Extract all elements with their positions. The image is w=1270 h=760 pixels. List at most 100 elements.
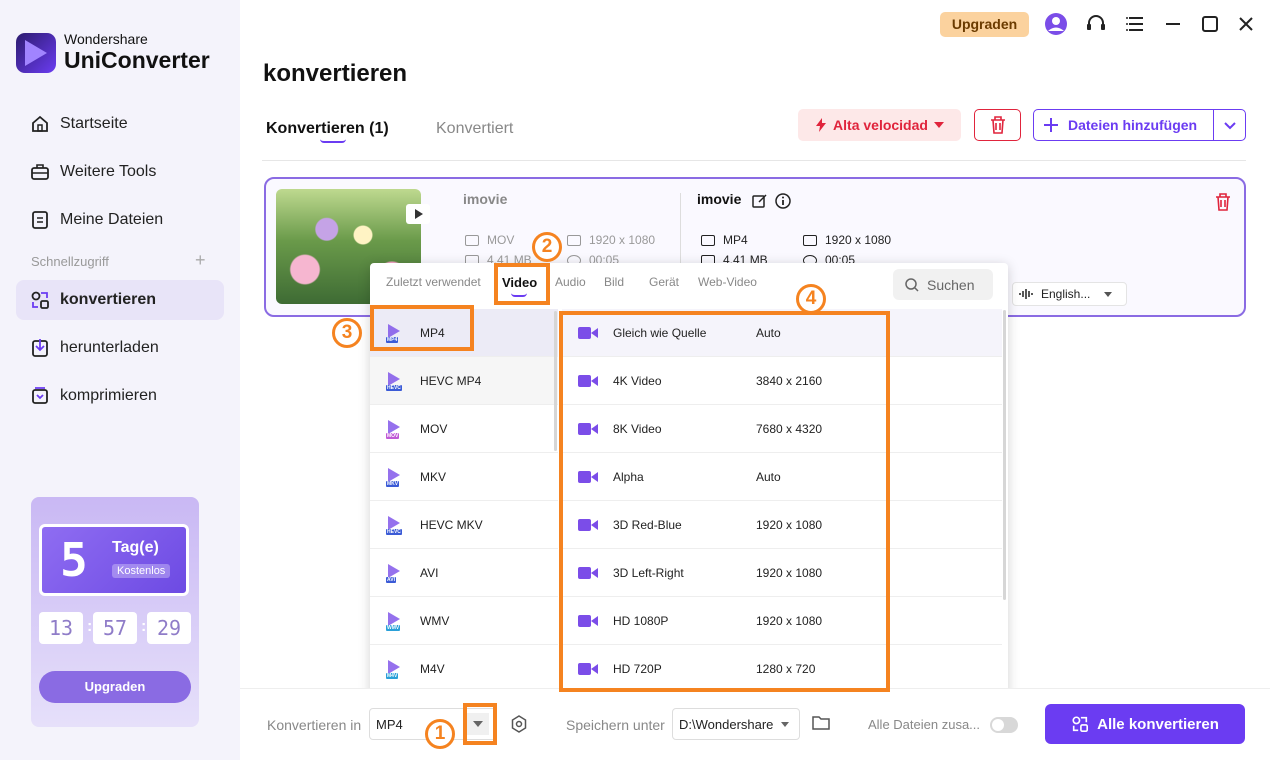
upgrade-button[interactable]: Upgraden — [940, 12, 1029, 37]
sidebar-item-komprimieren[interactable]: komprimieren — [16, 376, 224, 416]
annotation-box-1 — [463, 703, 497, 745]
caret-down-icon — [1104, 291, 1113, 297]
trash-icon[interactable] — [1215, 193, 1231, 211]
sidebar-item-label: Meine Dateien — [60, 211, 164, 228]
home-icon — [32, 115, 48, 132]
menu-icon[interactable] — [1124, 12, 1148, 36]
compress-icon — [32, 387, 48, 404]
merge-files-toggle[interactable] — [990, 717, 1018, 733]
avi-format-icon: AVI — [386, 563, 406, 583]
sidebar-item-label: Startseite — [60, 115, 128, 132]
sidebar-item-label: Weitere Tools — [60, 163, 157, 180]
settings-icon[interactable] — [510, 715, 528, 733]
sidebar-item-konvertieren[interactable]: konvertieren — [16, 280, 224, 320]
tab-web-video[interactable]: Web-Video — [698, 275, 757, 289]
tab-konvertieren[interactable]: Konvertieren (1) — [266, 120, 389, 138]
sidebar-item-label: herunterladen — [60, 339, 159, 356]
trash-icon — [991, 116, 1005, 134]
sidebar-item-weitere-tools[interactable]: Weitere Tools — [16, 152, 224, 192]
speed-mode-button[interactable]: Alta velocidad — [798, 109, 961, 141]
source-file-name: imovie — [463, 191, 508, 207]
hevc-format-icon: HEVC — [386, 515, 406, 535]
save-path-select[interactable]: D:\Wondershare — [672, 708, 800, 740]
save-to-label: Speichern unter — [566, 717, 665, 733]
files-icon — [32, 211, 48, 229]
close-icon[interactable] — [1234, 12, 1258, 36]
target-format: MP4 — [701, 233, 748, 247]
format-item-wmv[interactable]: WMV WMV — [370, 597, 558, 645]
sidebar-item-startseite[interactable]: Startseite — [16, 104, 224, 144]
sidebar-item-herunterladen[interactable]: herunterladen — [16, 328, 224, 368]
app-logo-icon — [16, 32, 56, 73]
delete-all-button[interactable] — [974, 109, 1021, 141]
format-search-input[interactable]: Suchen — [893, 269, 993, 300]
info-icon[interactable] — [775, 193, 791, 209]
format-item-mov[interactable]: MOV MOV — [370, 405, 558, 453]
resolution-icon — [567, 234, 581, 246]
page-title: konvertieren — [263, 60, 408, 87]
timer-separator: : — [141, 618, 147, 635]
toolbox-icon — [31, 164, 49, 180]
target-file-name: imovie — [697, 191, 742, 207]
tab-device[interactable]: Gerät — [649, 275, 679, 289]
speed-mode-label: Alta velocidad — [833, 117, 928, 133]
annotation-marker-2: 2 — [532, 232, 562, 262]
format-list: MP4 MP4 HEVC HEVC MP4 MOV MOV MKV MKV HEVC HE… — [370, 309, 558, 699]
header-divider — [262, 160, 1246, 161]
add-quick-access-icon[interactable]: + — [195, 250, 206, 271]
timer-seconds: 29 — [147, 612, 191, 644]
source-format: MOV — [465, 233, 514, 247]
resolution-list-scrollbar[interactable] — [1003, 310, 1006, 600]
tab-konvertiert[interactable]: Konvertiert — [436, 120, 513, 138]
format-item-m4v[interactable]: M4V M4V — [370, 645, 558, 693]
sidebar-item-label: komprimieren — [60, 387, 157, 404]
sidebar-item-label: konvertieren — [60, 291, 157, 308]
search-icon — [905, 277, 919, 292]
format-list-scrollbar[interactable] — [554, 311, 557, 451]
annotation-box-3 — [370, 305, 474, 351]
trial-free-badge: Kostenlos — [112, 564, 171, 578]
add-files-dropdown[interactable] — [1214, 117, 1245, 133]
bottom-bar: Konvertieren in MP4 Speichern unter D:\W… — [240, 688, 1270, 760]
support-icon[interactable] — [1084, 12, 1108, 36]
audio-language-select[interactable]: English... — [1012, 282, 1127, 306]
quick-access-label: Schnellzugriff — [31, 254, 109, 269]
app-logo: Wondershare UniConverter — [16, 32, 210, 73]
tab-active-indicator — [320, 139, 346, 143]
convert-all-button[interactable]: Alle konvertieren — [1045, 704, 1245, 744]
maximize-icon[interactable] — [1198, 12, 1222, 36]
edit-icon[interactable] — [752, 193, 768, 209]
caret-down-icon — [933, 122, 944, 128]
timer-separator: : — [87, 618, 93, 635]
format-item-avi[interactable]: AVI AVI — [370, 549, 558, 597]
sidebar-item-meine-dateien[interactable]: Meine Dateien — [16, 200, 224, 240]
caret-down-icon — [781, 721, 790, 727]
format-item-hevc-mp4[interactable]: HEVC HEVC MP4 — [370, 357, 558, 405]
annotation-marker-4: 4 — [796, 284, 826, 314]
tab-recent[interactable]: Zuletzt verwendet — [386, 275, 481, 289]
account-icon[interactable] — [1044, 12, 1068, 36]
m4v-format-icon: M4V — [386, 659, 406, 679]
add-files-label: Dateien hinzufügen — [1068, 117, 1198, 133]
play-icon[interactable] — [406, 204, 430, 224]
trial-upgrade-button[interactable]: Upgraden — [39, 671, 191, 703]
audio-language-value: English... — [1041, 287, 1091, 301]
minimize-icon[interactable] — [1161, 12, 1185, 36]
sidebar: Wondershare UniConverter Startseite Weit… — [0, 0, 240, 760]
format-item-hevc-mkv[interactable]: HEVC HEVC MKV — [370, 501, 558, 549]
tab-audio[interactable]: Audio — [555, 275, 586, 289]
lightning-icon — [816, 118, 827, 132]
tab-image[interactable]: Bild — [604, 275, 624, 289]
folder-icon[interactable] — [812, 715, 830, 731]
source-resolution: 1920 x 1080 — [567, 233, 655, 247]
format-item-mkv[interactable]: MKV MKV — [370, 453, 558, 501]
add-files-button[interactable]: Dateien hinzufügen — [1033, 109, 1246, 141]
brand-line2: UniConverter — [64, 47, 210, 73]
hevc-format-icon: HEVC — [386, 371, 406, 391]
format-search-placeholder: Suchen — [927, 276, 975, 293]
convert-to-label: Konvertieren in — [267, 717, 362, 733]
plus-icon — [1044, 118, 1058, 132]
save-path-value: D:\Wondershare — [679, 716, 774, 732]
annotation-box-4 — [559, 311, 890, 692]
mov-format-icon: MOV — [386, 419, 406, 439]
